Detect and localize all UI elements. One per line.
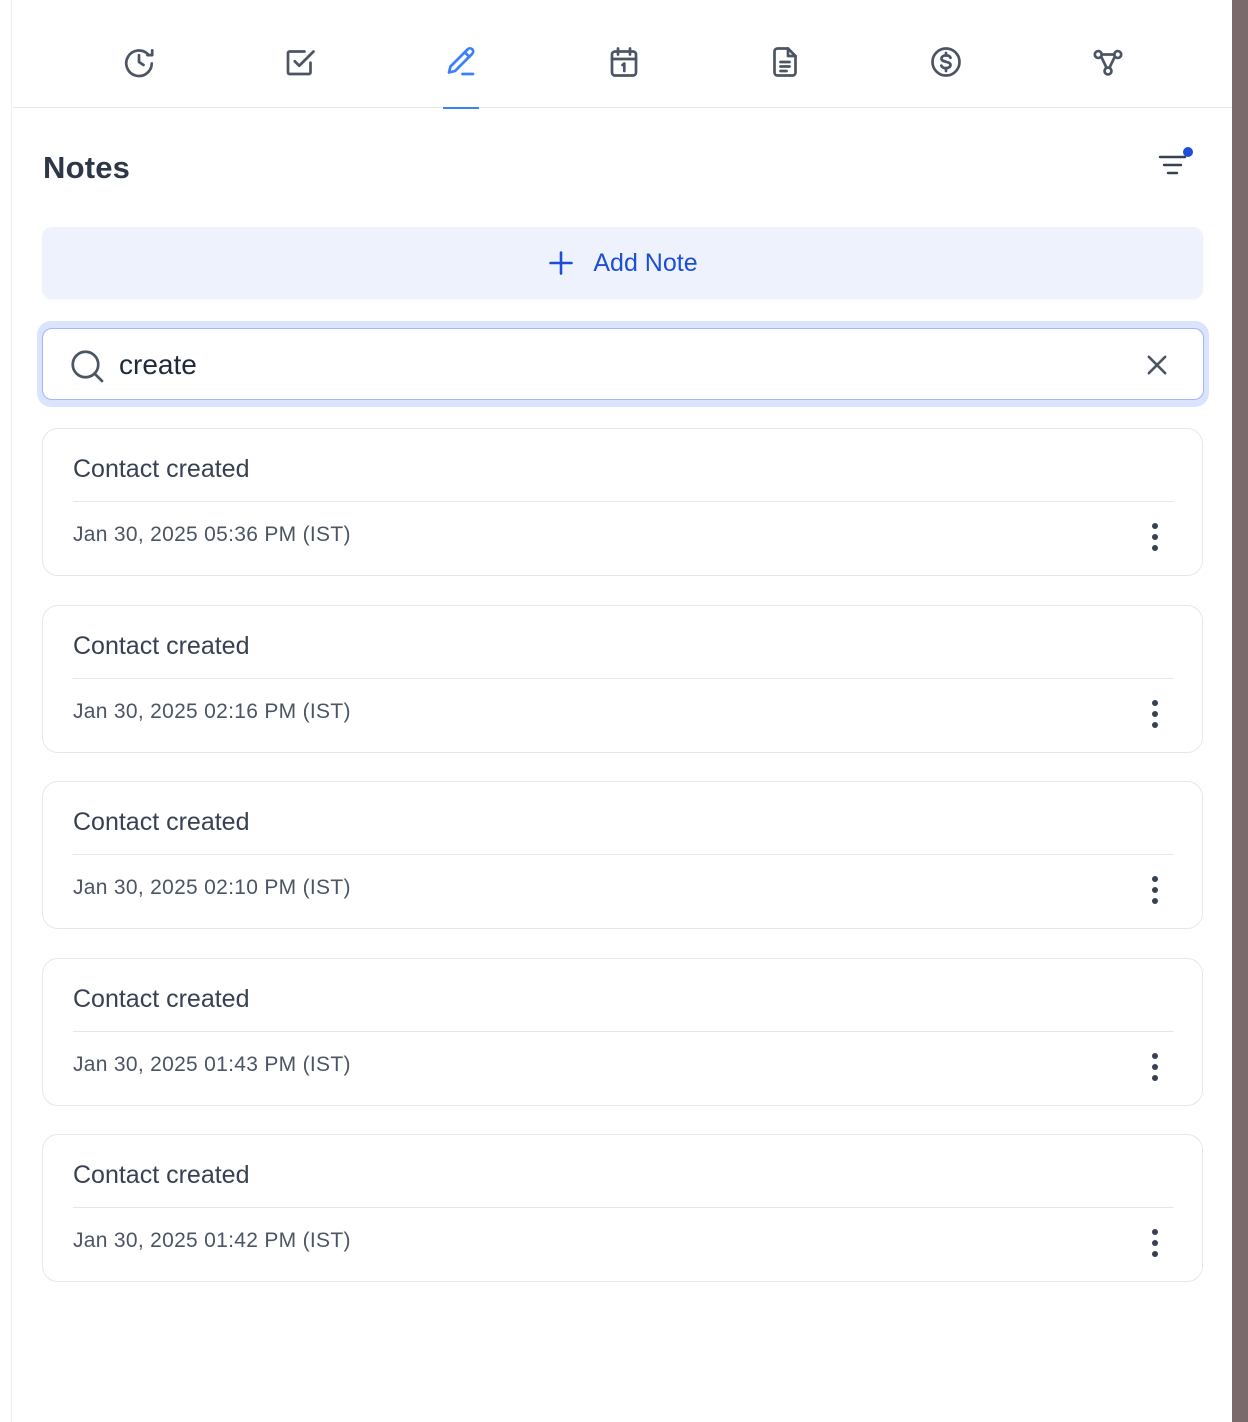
more-vertical-icon [1152,1053,1158,1081]
dollar-icon [931,47,961,77]
note-title: Contact created [73,808,250,836]
workflow-icon [1093,49,1123,76]
more-options-button[interactable] [1140,870,1170,910]
plus-icon [549,251,574,275]
tab-tasks[interactable] [275,44,325,108]
close-icon[interactable] [1143,351,1171,379]
note-date: Jan 30, 2025 01:43 PM (IST) [73,1053,351,1076]
note-card[interactable]: Contact created Jan 30, 2025 02:10 PM (I… [42,781,1203,929]
note-title: Contact created [73,632,250,660]
divider [73,678,1174,679]
more-vertical-icon [1152,523,1158,551]
notes-panel: Notes Add Note Contact created Jan 3 [13,0,1232,1422]
search-icon [71,350,104,383]
search-focus-ring [37,321,1209,407]
document-icon [773,47,797,77]
note-date: Jan 30, 2025 05:36 PM (IST) [73,523,351,546]
note-date: Jan 30, 2025 02:10 PM (IST) [73,876,351,899]
more-options-button[interactable] [1140,517,1170,557]
note-title: Contact created [73,985,250,1013]
more-options-button[interactable] [1140,1223,1170,1263]
right-edge-backdrop [1232,0,1248,1422]
add-note-button[interactable]: Add Note [42,227,1203,299]
note-title: Contact created [73,1161,250,1189]
filter-active-dot [1183,147,1193,157]
note-card[interactable]: Contact created Jan 30, 2025 02:16 PM (I… [42,605,1203,753]
divider [73,1031,1174,1032]
history-icon [124,48,154,78]
search-input[interactable] [119,343,1119,387]
tab-appointments[interactable] [599,44,649,108]
tab-activity-history[interactable] [114,44,164,108]
add-note-label: Add Note [593,248,698,277]
tab-workflows[interactable] [1083,44,1133,108]
left-edge [0,0,12,1422]
pen-notes-icon [447,46,475,76]
filter-icon [1158,147,1193,175]
tab-payments[interactable] [921,44,971,108]
task-check-icon [286,50,315,76]
note-date: Jan 30, 2025 01:42 PM (IST) [73,1229,351,1252]
note-card[interactable]: Contact created Jan 30, 2025 01:43 PM (I… [42,958,1203,1106]
page-title: Notes [43,150,131,185]
note-date: Jan 30, 2025 02:16 PM (IST) [73,700,351,723]
note-title: Contact created [73,455,250,483]
search-box [42,328,1204,400]
more-options-button[interactable] [1140,1047,1170,1087]
divider [73,854,1174,855]
tab-documents[interactable] [760,44,810,108]
more-vertical-icon [1152,876,1158,904]
calendar-icon [610,47,638,77]
divider [73,1207,1174,1208]
note-card[interactable]: Contact created Jan 30, 2025 05:36 PM (I… [42,428,1203,576]
note-card[interactable]: Contact created Jan 30, 2025 01:42 PM (I… [42,1134,1203,1282]
more-options-button[interactable] [1140,694,1170,734]
more-vertical-icon [1152,700,1158,728]
tab-bar [13,0,1232,109]
filter-button[interactable] [1154,145,1194,185]
tab-notes[interactable] [436,44,486,109]
more-vertical-icon [1152,1229,1158,1257]
divider [73,501,1174,502]
